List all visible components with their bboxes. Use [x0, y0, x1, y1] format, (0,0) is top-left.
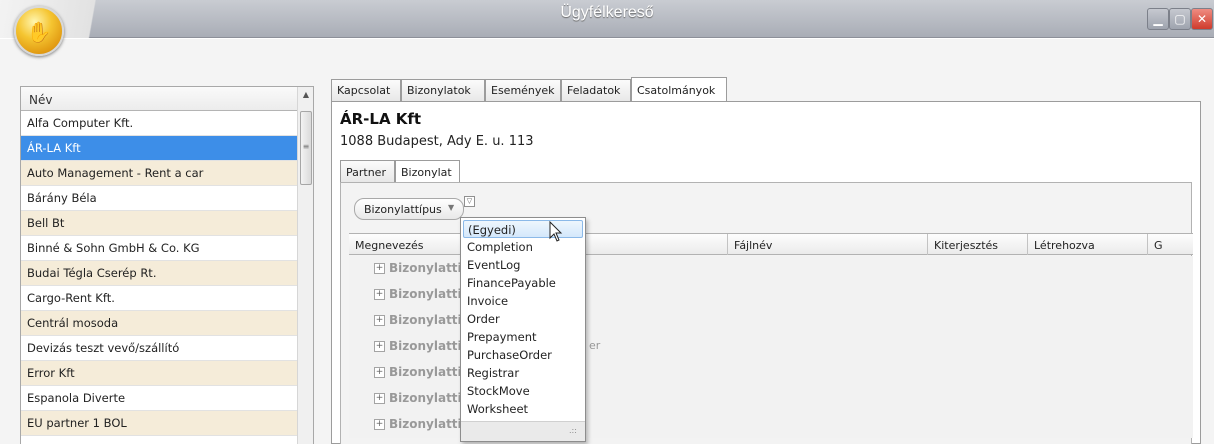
close-button[interactable]: ✕	[1191, 8, 1213, 30]
mouse-pointer-icon	[549, 221, 563, 242]
list-item[interactable]: Cargo-Rent Kft.	[21, 286, 297, 311]
expand-icon[interactable]: +	[374, 393, 385, 404]
expand-icon[interactable]: +	[374, 263, 385, 274]
partner-list[interactable]: Név Alfa Computer Kft. ÁR-LA Kft Auto Mana…	[20, 86, 314, 444]
list-item[interactable]: Binné & Sohn GmbH & Co. KG	[21, 236, 297, 261]
tab-események[interactable]: Események	[485, 79, 561, 101]
column-header-letrehozva[interactable]: Létrehozva	[1027, 234, 1147, 255]
close-icon: ✕	[1196, 12, 1208, 26]
filter-option[interactable]: FinancePayable	[463, 274, 583, 292]
scroll-up-arrow-icon[interactable]: ▲	[298, 87, 313, 103]
window-title: Ügyfélkereső	[560, 4, 654, 21]
app-menu-button[interactable]: ✋	[14, 6, 64, 56]
list-item[interactable]: Error Kft	[21, 361, 297, 386]
list-item[interactable]: Espanola Diverte	[21, 386, 297, 411]
sort-desc-icon[interactable]: ▼	[448, 203, 454, 212]
list-item[interactable]: ÁR-LA Kft	[21, 136, 297, 161]
tab-csatolmányok[interactable]: Csatolmányok	[631, 77, 727, 101]
tab-kapcsolat[interactable]: Kapcsolat	[331, 79, 401, 101]
tab-feladatok[interactable]: Feladatok	[561, 79, 631, 101]
scroll-thumb[interactable]: ≡	[300, 111, 312, 185]
column-header-fajlnev[interactable]: Fájlnév	[727, 234, 927, 255]
maximize-icon: ▢	[1174, 12, 1186, 26]
group-row-extra: er	[589, 339, 601, 352]
filter-option[interactable]: PurchaseOrder	[463, 346, 583, 364]
filter-option[interactable]: StockMove	[463, 382, 583, 400]
expand-icon[interactable]: +	[374, 289, 385, 300]
list-item[interactable]: Bell Bt	[21, 211, 297, 236]
filter-option[interactable]: EventLog	[463, 256, 583, 274]
maximize-button[interactable]: ▢	[1169, 8, 1191, 30]
expand-icon[interactable]: +	[374, 419, 385, 430]
group-row-label: Bizonylatti	[389, 417, 462, 431]
filter-dropdown[interactable]: (Egyedi) Completion EventLog FinancePayable…	[460, 217, 586, 442]
group-row-label: Bizonylatti	[389, 313, 462, 327]
minimize-button[interactable]: ▁	[1147, 8, 1169, 30]
title-bar: Ügyfélkereső ▁ ▢ ✕	[0, 0, 1214, 38]
group-row-label: Bizonylatti	[389, 261, 462, 275]
filter-option[interactable]: Registrar	[463, 364, 583, 382]
group-row-label: Bizonylatti	[389, 287, 462, 301]
column-header-kiterjesztes[interactable]: Kiterjesztés	[927, 234, 1027, 255]
list-item[interactable]: Devizás teszt vevő/szállító	[21, 336, 297, 361]
expand-icon[interactable]: +	[374, 315, 385, 326]
partner-name: ÁR-LA Kft	[340, 110, 422, 128]
list-scrollbar[interactable]: ▲ ≡	[297, 87, 313, 444]
group-by-chip[interactable]: Bizonylattípus ▼	[354, 198, 464, 220]
filter-icon[interactable]: ▽	[464, 196, 475, 207]
filter-option[interactable]: (Egyedi)	[463, 220, 583, 238]
list-item[interactable]: Centrál mosoda	[21, 311, 297, 336]
list-item[interactable]: Budai Tégla Cserép Rt.	[21, 261, 297, 286]
partner-address: 1088 Budapest, Ady E. u. 113	[340, 134, 534, 149]
list-item[interactable]: EU partner 1 BOL	[21, 411, 297, 436]
filter-option[interactable]: Invoice	[463, 292, 583, 310]
group-row-label: Bizonylatti	[389, 391, 462, 405]
subtab-partner[interactable]: Partner	[340, 160, 395, 182]
popup-footer: .::	[461, 421, 585, 441]
resize-grip-icon[interactable]: .::	[569, 426, 577, 435]
filter-option[interactable]: Worksheet	[463, 400, 583, 418]
list-item[interactable]: Auto Management - Rent a car	[21, 161, 297, 186]
list-item[interactable]: Bárány Béla	[21, 186, 297, 211]
tab-bizonylatok[interactable]: Bizonylatok	[401, 79, 485, 101]
expand-icon[interactable]: +	[374, 367, 385, 378]
list-header-name[interactable]: Név	[21, 87, 297, 111]
group-row-label: Bizonylatti	[389, 339, 462, 353]
filter-option[interactable]: Order	[463, 310, 583, 328]
group-row-label: Bizonylatti	[389, 365, 462, 379]
filter-option[interactable]: Prepayment	[463, 328, 583, 346]
coin-hand-icon: ✋	[26, 20, 52, 44]
subtab-bizonylat[interactable]: Bizonylat	[395, 160, 460, 182]
filter-option[interactable]: Completion	[463, 238, 583, 256]
client-area: Név Alfa Computer Kft. ÁR-LA Kft Auto Mana…	[0, 39, 1214, 444]
list-item[interactable]: Alfa Computer Kft.	[21, 111, 297, 136]
column-header-g[interactable]: G	[1147, 234, 1193, 255]
group-by-label: Bizonylattípus	[364, 203, 442, 216]
expand-icon[interactable]: +	[374, 341, 385, 352]
minimize-icon: ▁	[1153, 12, 1163, 26]
